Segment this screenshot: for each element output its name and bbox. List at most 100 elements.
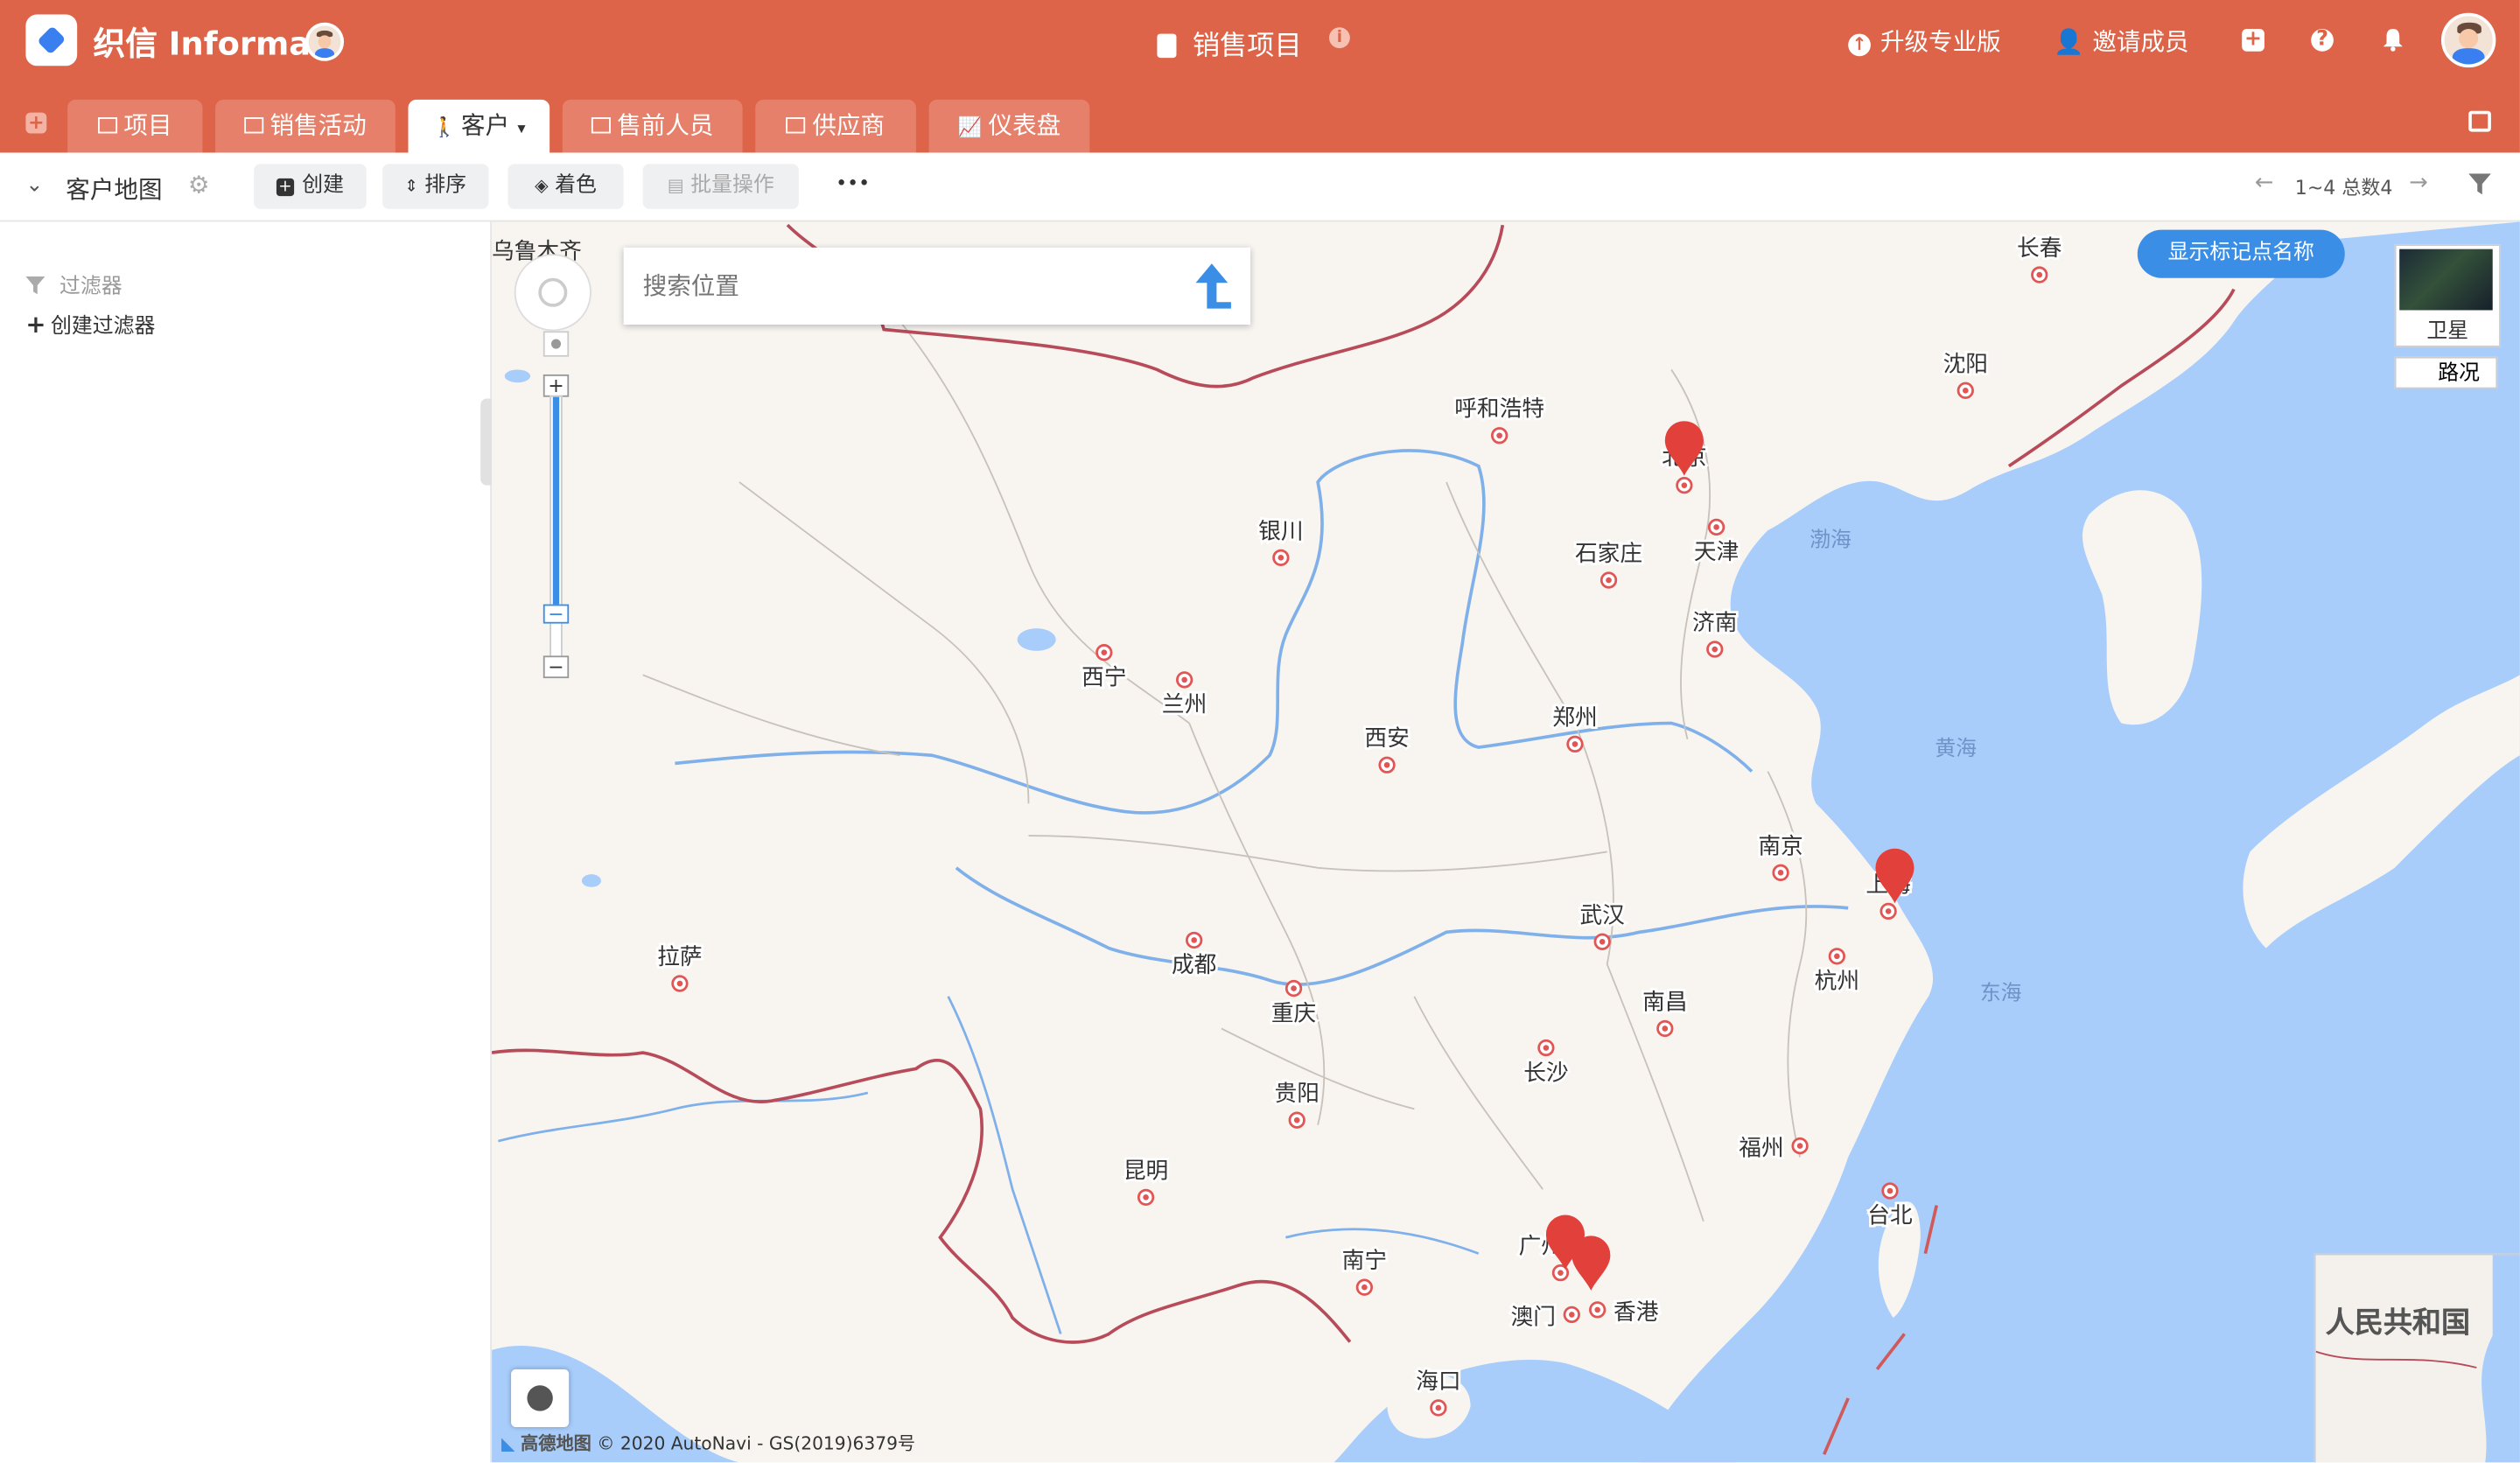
table-icon <box>98 117 118 134</box>
chart-icon: 📈 <box>957 116 983 138</box>
customer-map[interactable]: 长春沈阳呼和浩特北京天津石家庄银川济南西宁兰州郑州西安南京上海武汉拉萨成都杭州重… <box>492 221 2520 1463</box>
location-search-input[interactable] <box>623 247 1171 326</box>
bell-icon[interactable] <box>2382 27 2404 52</box>
more-icon[interactable]: ••• <box>836 172 870 195</box>
amap-logo-icon: ◣ <box>501 1433 515 1455</box>
view-toolbar: ⌄ 客户地图 ⚙ + 创建 ⇕ 排序 ◈ 着色 ▤ 批量操作 ••• ← 1~4 总数4… <box>0 152 2520 222</box>
add-icon[interactable]: + <box>2242 28 2264 52</box>
table-icon <box>591 117 611 134</box>
filter-sidebar: 过滤器 + 创建过滤器 <box>0 221 493 1463</box>
pagination-text: 1~4 总数4 <box>2294 177 2393 200</box>
collapse-handle[interactable] <box>480 398 493 486</box>
zoom-in-button[interactable]: + <box>542 374 570 397</box>
tab-sales-activities[interactable]: 销售活动 <box>215 99 396 153</box>
tab-customers[interactable]: 🚶 客户 ▾ <box>408 99 550 153</box>
add-user-icon: 👤 <box>2054 27 2084 57</box>
sea-label: 渤海 <box>1810 527 1852 551</box>
tab-presales-staff[interactable]: 售前人员 <box>562 99 743 153</box>
filter-icon[interactable] <box>2468 172 2491 203</box>
add-tab-icon[interactable]: + <box>25 112 47 134</box>
overview-label: 人民共和国 <box>2325 1306 2471 1340</box>
city-label: 台北 <box>1867 1203 1913 1229</box>
next-page-icon[interactable]: → <box>2409 171 2428 196</box>
city-label: 兰州 <box>1162 692 1207 718</box>
invite-members-button[interactable]: 👤 邀请成员 <box>2054 24 2188 59</box>
sort-icon: ⇕ <box>404 178 418 197</box>
satellite-layer-toggle[interactable]: 卫星 <box>2394 244 2501 347</box>
city-label: 南京 <box>1758 833 1802 859</box>
city-label: 长春 <box>2017 235 2062 262</box>
city-label: 香港 <box>1614 1299 1659 1326</box>
city-label: 郑州 <box>1552 704 1597 731</box>
map-copyright: ◣ 高德地图 © 2020 AutoNavi - GS(2019)6379号 <box>501 1433 916 1455</box>
zoom-out-button[interactable]: − <box>542 655 570 679</box>
zoom-slider-handle[interactable]: − <box>542 604 570 624</box>
city-label: 成都 <box>1172 952 1216 978</box>
user-avatar-small[interactable] <box>304 22 345 61</box>
list-icon: ▤ <box>667 175 684 197</box>
user-avatar[interactable] <box>2440 12 2496 68</box>
chevron-down-icon[interactable]: ⌄ <box>25 173 43 198</box>
city-label: 西安 <box>1364 725 1409 752</box>
chevron-down-icon[interactable]: ▾ <box>517 121 525 138</box>
filter-title: 过滤器 <box>59 275 122 299</box>
create-button[interactable]: + 创建 <box>254 164 367 209</box>
location-search-box[interactable] <box>623 247 1250 326</box>
city-label: 南宁 <box>1342 1248 1387 1274</box>
color-button[interactable]: ◈ 着色 <box>508 164 624 209</box>
show-marker-names-button[interactable]: 显示标记点名称 <box>2137 229 2345 278</box>
reset-view-icon[interactable] <box>542 331 570 357</box>
upgrade-button[interactable]: ↑ 升级专业版 <box>1848 24 2001 59</box>
city-label: 石家庄 <box>1575 541 1642 567</box>
plus-icon: + <box>25 310 46 340</box>
table-icon <box>787 117 807 134</box>
satellite-label: 卫星 <box>2426 319 2469 345</box>
city-label: 昆明 <box>1124 1158 1168 1184</box>
person-icon: 🚶 <box>432 116 457 138</box>
informat-logo[interactable] <box>25 14 78 66</box>
view-name[interactable]: 客户地图 <box>66 172 162 206</box>
copy-icon[interactable] <box>2468 110 2491 132</box>
pan-control[interactable] <box>514 254 592 332</box>
create-filter-button[interactable]: + 创建过滤器 <box>25 309 155 340</box>
city-label: 济南 <box>1692 610 1737 636</box>
arrow-up-icon: ↑ <box>1848 33 1871 57</box>
app-root: 织信 Informat 销售项目 i ↑ 升级专业版 👤 邀请成员 + ? + 项目… <box>0 0 2520 1463</box>
brand-name: 织信 Informat <box>93 24 326 63</box>
info-icon[interactable]: i <box>1328 27 1350 49</box>
city-label: 南昌 <box>1642 989 1687 1015</box>
sort-button[interactable]: ⇕ 排序 <box>382 164 489 209</box>
city-label: 海口 <box>1416 1368 1460 1395</box>
app-title: 销售项目 <box>1157 23 1302 63</box>
tab-dashboard[interactable]: 📈 仪表盘 <box>928 99 1090 153</box>
city-label: 拉萨 <box>657 944 702 970</box>
table-icon <box>244 117 264 134</box>
tab-projects[interactable]: 项目 <box>67 99 203 153</box>
traffic-layer-toggle[interactable]: 路况 <box>2394 356 2498 389</box>
city-label: 沈阳 <box>1943 351 1988 377</box>
sea-label: 东海 <box>1980 980 2022 1004</box>
help-icon[interactable]: ? <box>2311 28 2334 52</box>
city-label: 长沙 <box>1523 1060 1568 1086</box>
filter-icon <box>25 271 46 302</box>
paint-bucket-icon: ◈ <box>535 175 549 197</box>
city-label: 武汉 <box>1579 902 1624 928</box>
city-label: 银川 <box>1258 518 1303 544</box>
batch-operation-button[interactable]: ▤ 批量操作 <box>642 164 799 209</box>
view-settings-icon[interactable]: ⚙ <box>188 171 210 200</box>
satellite-thumbnail <box>2399 248 2493 311</box>
city-label: 西宁 <box>1082 664 1126 690</box>
city-label: 福州 <box>1739 1136 1783 1162</box>
city-label: 杭州 <box>1815 969 1859 995</box>
directions-icon[interactable] <box>1173 248 1250 325</box>
top-bar: 织信 Informat 销售项目 i ↑ 升级专业版 👤 邀请成员 + ? + 项目… <box>0 0 2520 153</box>
city-label: 贵阳 <box>1275 1081 1320 1107</box>
city-label: 重庆 <box>1271 1000 1316 1026</box>
plus-square-icon: + <box>276 178 295 197</box>
locate-me-button[interactable] <box>511 1368 570 1427</box>
tab-suppliers[interactable]: 供应商 <box>755 99 916 153</box>
prev-page-icon[interactable]: ← <box>2255 171 2274 196</box>
overview-map[interactable]: 人民共和国 <box>2314 1253 2520 1463</box>
sea-label: 黄海 <box>1935 736 1977 760</box>
city-label: 呼和浩特 <box>1454 396 1544 423</box>
